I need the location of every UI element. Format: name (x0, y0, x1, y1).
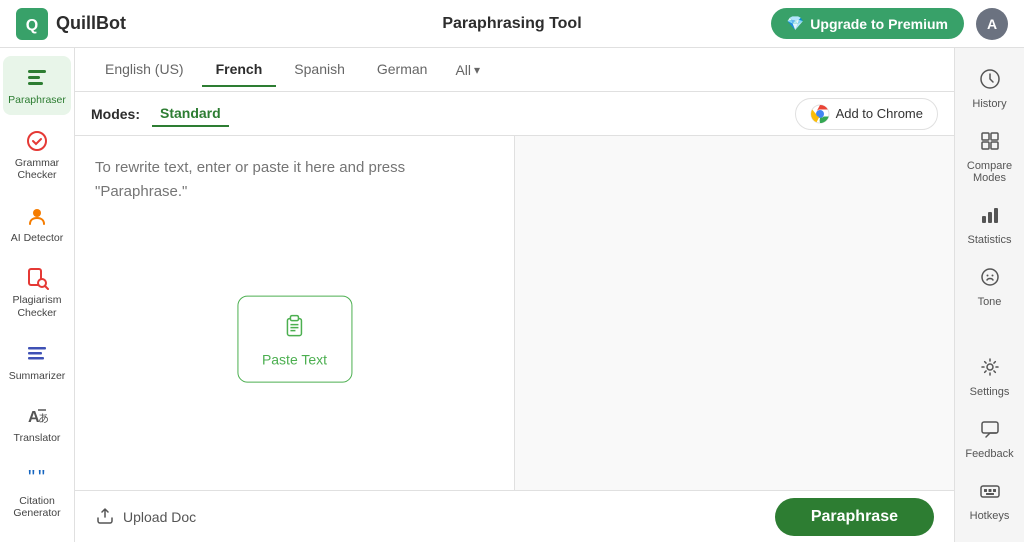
tab-german[interactable]: German (363, 53, 442, 87)
page-title: Paraphrasing Tool (442, 15, 581, 33)
tab-english-us[interactable]: English (US) (91, 53, 198, 87)
grammar-checker-icon (23, 127, 51, 155)
right-label-history: History (972, 98, 1006, 110)
paste-text-button[interactable]: Paste Text (237, 296, 352, 383)
plagiarism-checker-icon (23, 264, 51, 292)
right-label-statistics: Statistics (967, 234, 1011, 246)
add-to-chrome-label: Add to Chrome (836, 106, 923, 121)
settings-icon (979, 356, 1001, 384)
translator-icon: A あ (23, 402, 51, 430)
add-to-chrome-button[interactable]: Add to Chrome (795, 98, 938, 130)
mode-bar: Modes: Standard Add to Chrome (75, 92, 954, 136)
sidebar-label-grammar-checker: Grammar Checker (9, 157, 65, 182)
compare-modes-icon (979, 130, 1001, 158)
right-sidebar: History Compare Modes Stati (954, 48, 1024, 542)
sidebar-label-ai-detector: AI Detector (11, 232, 64, 245)
editor-container: Paste Text (75, 136, 954, 490)
statistics-icon (979, 204, 1001, 232)
sidebar-label-paraphraser: Paraphraser (8, 94, 66, 107)
sidebar-item-citation-generator[interactable]: " " Citation Generator (3, 457, 71, 528)
logo: Q QuillBot (16, 8, 126, 40)
sidebar-item-ai-detector[interactable]: AI Detector (3, 194, 71, 253)
right-item-history[interactable]: History (958, 60, 1022, 118)
feedback-icon (979, 418, 1001, 446)
history-icon (979, 68, 1001, 96)
right-label-hotkeys: Hotkeys (970, 510, 1010, 522)
editor-right-panel (515, 136, 954, 490)
hotkeys-icon (979, 480, 1001, 508)
sidebar-label-citation-generator: Citation Generator (9, 495, 65, 520)
citation-generator-icon: " " (23, 465, 51, 493)
editor-left-panel: Paste Text (75, 136, 515, 490)
ai-detector-icon (23, 202, 51, 230)
modes-label: Modes: (91, 106, 140, 122)
chrome-icon (810, 104, 830, 124)
svg-text:あ: あ (38, 412, 49, 425)
sidebar-item-translator[interactable]: A あ Translator (3, 394, 71, 453)
right-item-hotkeys[interactable]: Hotkeys (958, 472, 1022, 530)
diamond-icon: 💎 (787, 15, 804, 32)
mode-standard[interactable]: Standard (152, 101, 229, 127)
sidebar-label-translator: Translator (14, 432, 61, 445)
header: Q QuillBot Paraphrasing Tool 💎 Upgrade t… (0, 0, 1024, 48)
summarizer-icon (23, 340, 51, 368)
sidebar-item-quillbot-flow[interactable]: QuillBot Flow (3, 532, 71, 542)
quillbot-logo-icon: Q (16, 8, 48, 40)
svg-text:Q: Q (26, 17, 38, 34)
tab-spanish[interactable]: Spanish (280, 53, 359, 87)
tone-icon (979, 266, 1001, 294)
paraphraser-icon (23, 64, 51, 92)
logo-text: QuillBot (56, 13, 126, 34)
paste-icon (281, 311, 309, 346)
right-label-feedback: Feedback (965, 448, 1013, 460)
sidebar-item-paraphraser[interactable]: Paraphraser (3, 56, 71, 115)
bottom-bar: Upload Doc Paraphrase (75, 490, 954, 542)
sidebar-label-summarizer: Summarizer (9, 370, 66, 383)
content-area: English (US) French Spanish German All ▾… (75, 48, 954, 542)
chevron-down-icon: ▾ (474, 63, 480, 77)
upload-doc-button[interactable]: Upload Doc (95, 505, 196, 528)
right-label-compare-modes: Compare Modes (962, 160, 1018, 184)
sidebar-item-grammar-checker[interactable]: Grammar Checker (3, 119, 71, 190)
svg-text:": " (28, 467, 35, 489)
language-tabs: English (US) French Spanish German All ▾ (75, 48, 954, 92)
sidebar-item-plagiarism-checker[interactable]: Plagiarism Checker (3, 256, 71, 327)
paste-text-label: Paste Text (262, 352, 327, 368)
sidebar-item-summarizer[interactable]: Summarizer (3, 332, 71, 391)
right-item-settings[interactable]: Settings (958, 348, 1022, 406)
tab-french[interactable]: French (202, 53, 277, 87)
upload-icon (95, 505, 115, 528)
right-label-tone: Tone (978, 296, 1002, 308)
avatar[interactable]: A (976, 8, 1008, 40)
upload-doc-label: Upload Doc (123, 509, 196, 525)
main-layout: Paraphraser Grammar Checker AI Detector (0, 48, 1024, 542)
sidebar-label-plagiarism-checker: Plagiarism Checker (9, 294, 65, 319)
left-sidebar: Paraphraser Grammar Checker AI Detector (0, 48, 75, 542)
right-item-tone[interactable]: Tone (958, 258, 1022, 316)
tab-all[interactable]: All ▾ (445, 54, 490, 86)
header-actions: 💎 Upgrade to Premium A (771, 8, 1008, 40)
svg-text:": " (38, 467, 45, 489)
right-item-statistics[interactable]: Statistics (958, 196, 1022, 254)
right-item-compare-modes[interactable]: Compare Modes (958, 122, 1022, 192)
right-label-settings: Settings (970, 386, 1010, 398)
right-item-feedback[interactable]: Feedback (958, 410, 1022, 468)
upgrade-button[interactable]: 💎 Upgrade to Premium (771, 8, 964, 39)
paraphrase-button[interactable]: Paraphrase (775, 498, 934, 536)
mode-bar-left: Modes: Standard (91, 101, 229, 127)
